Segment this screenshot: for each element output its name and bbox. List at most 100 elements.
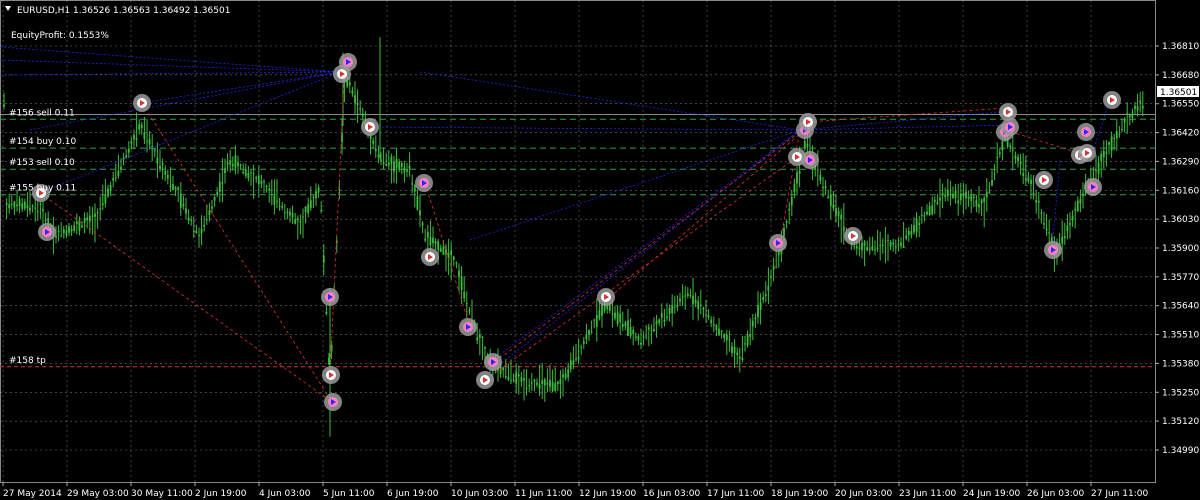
candle-body — [793, 183, 796, 192]
candle-body — [871, 246, 874, 250]
candle-body — [276, 200, 278, 202]
current-price-box: 1.36501 — [1157, 86, 1199, 98]
trade-marker[interactable] — [769, 234, 787, 252]
trade-marker[interactable] — [844, 227, 862, 245]
candle-body — [621, 324, 624, 327]
candle-body — [770, 275, 772, 278]
candle-body — [114, 176, 117, 178]
candle-body — [832, 204, 835, 209]
candle-body — [874, 249, 876, 251]
trade-marker[interactable] — [459, 318, 477, 336]
trade-marker[interactable] — [38, 223, 56, 241]
chart-canvas[interactable]: #156 sell 0.11 #154 buy 0.10 #153 sell 0.1… — [0, 0, 1200, 500]
candle-body — [281, 206, 284, 208]
trade-marker[interactable] — [133, 94, 151, 112]
candle-body — [458, 270, 460, 278]
candle-body — [354, 95, 356, 104]
candle-body — [1105, 152, 1108, 154]
candle-body — [455, 262, 458, 264]
candle-body — [993, 173, 996, 175]
candle-body — [900, 242, 902, 246]
trade-marker[interactable] — [1078, 144, 1096, 162]
candle-body — [439, 248, 442, 252]
candle-body — [530, 382, 533, 384]
candle-body — [788, 208, 791, 211]
trade-marker[interactable] — [322, 366, 340, 384]
candle-body — [920, 214, 923, 216]
candle-body — [481, 336, 484, 339]
candle-body — [627, 320, 629, 336]
trade-marker[interactable] — [339, 53, 357, 71]
candle-body — [736, 352, 739, 355]
candle-body — [320, 209, 323, 211]
trade-marker[interactable] — [799, 113, 817, 131]
trade-marker[interactable] — [801, 151, 819, 169]
trade-marker[interactable] — [597, 288, 615, 306]
candle-body — [1108, 141, 1110, 145]
candle-body — [590, 331, 593, 333]
trade-marker[interactable] — [1044, 241, 1062, 259]
time-tick-label: 29 May 03:00 — [67, 489, 129, 499]
trade-marker[interactable] — [1001, 118, 1019, 136]
trade-marker[interactable] — [1035, 171, 1053, 189]
candle-body — [876, 247, 879, 249]
candle-body — [398, 161, 401, 170]
candle-body — [595, 315, 598, 327]
candle-body — [426, 231, 429, 238]
trade-marker[interactable] — [1103, 91, 1121, 109]
order-label: #156 sell 0.11 — [9, 108, 75, 118]
candle-body — [720, 330, 723, 333]
trade-marker[interactable] — [415, 174, 433, 192]
candle-body — [273, 195, 276, 205]
candle-body — [520, 377, 523, 382]
candle-body — [840, 214, 843, 220]
candle-body — [416, 196, 419, 210]
candle-body — [936, 202, 939, 205]
trade-marker[interactable] — [321, 288, 339, 306]
candle-body — [465, 303, 468, 305]
trading-chart[interactable]: #156 sell 0.11 #154 buy 0.10 #153 sell 0.1… — [0, 0, 1200, 500]
candle-body — [411, 183, 414, 185]
trade-marker[interactable] — [324, 393, 342, 411]
candle-body — [679, 298, 681, 302]
trade-marker[interactable] — [1084, 178, 1102, 196]
trade-marker[interactable] — [484, 353, 502, 371]
candle-body — [796, 172, 798, 184]
candle-body — [283, 212, 286, 214]
trade-marker[interactable] — [476, 371, 494, 389]
candle-body — [1048, 232, 1051, 234]
candle-body — [109, 184, 112, 191]
candle-body — [580, 346, 583, 348]
candle-body — [94, 213, 96, 217]
candle-body — [884, 240, 887, 242]
candle-body — [991, 180, 993, 186]
candle-body — [190, 219, 193, 221]
candle-body — [660, 313, 663, 318]
candle-body — [949, 193, 952, 195]
candle-body — [790, 197, 793, 206]
candle-body — [34, 207, 37, 209]
candle-body — [637, 335, 640, 341]
candle-body — [608, 305, 611, 311]
candle-body — [463, 291, 466, 299]
candle-body — [294, 219, 297, 224]
candle-body — [390, 156, 393, 164]
candle-body — [881, 244, 884, 246]
trade-marker[interactable] — [361, 118, 379, 136]
candle-body — [614, 312, 616, 319]
candle-body — [42, 209, 44, 211]
trade-marker[interactable] — [421, 248, 439, 266]
candle-body — [715, 325, 718, 330]
candle-body — [858, 247, 861, 249]
candle-body — [96, 212, 99, 214]
candle-body — [939, 197, 941, 201]
trade-marker[interactable] — [1077, 123, 1095, 141]
candle-body — [231, 163, 234, 167]
candle-body — [629, 326, 632, 336]
candle-body — [980, 199, 983, 204]
candle-body — [172, 184, 174, 191]
candle-body — [926, 211, 928, 215]
candle-body — [1069, 223, 1071, 226]
price-tick-label: 1.36290 — [1162, 157, 1199, 167]
candle-body — [138, 124, 141, 130]
